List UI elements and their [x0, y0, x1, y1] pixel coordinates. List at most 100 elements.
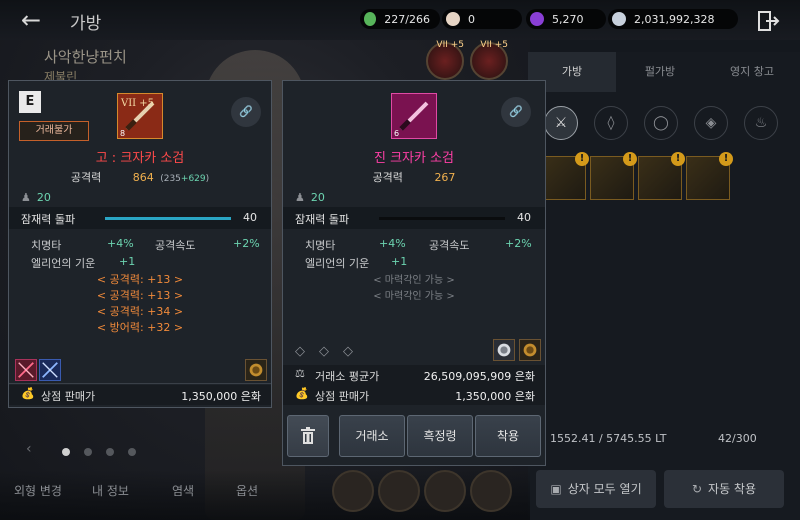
item-name: 진 크자카 소검: [373, 151, 455, 166]
silver-coin-icon: [612, 12, 626, 26]
attack-plus: +629: [180, 174, 206, 184]
pager-dot[interactable]: [62, 448, 70, 456]
person-icon: ♟: [295, 191, 305, 204]
auto-equip-button[interactable]: ↻ 자동 착용: [664, 470, 784, 508]
green-gem-icon: [364, 12, 377, 26]
potential-label: 잠재력 돌파: [21, 213, 76, 226]
quick-slot[interactable]: [378, 470, 420, 512]
currency-crystal: 5,270: [526, 9, 606, 29]
pager-dot[interactable]: [128, 448, 136, 456]
pearl-icon: [446, 12, 460, 26]
potential-bar: [105, 217, 231, 220]
purple-gem-icon: [530, 12, 544, 26]
pager-left-arrow[interactable]: ‹: [26, 441, 32, 457]
quick-slot[interactable]: [470, 470, 512, 512]
quick-slot[interactable]: [332, 470, 374, 512]
locked-engrave-slot: < 마력각인 가능 >: [373, 291, 455, 302]
stat-value: +1: [391, 255, 408, 268]
potential-bar: [379, 217, 505, 220]
dye-button[interactable]: 염색: [172, 482, 194, 499]
person-icon: ♟: [21, 191, 31, 204]
pager-dot[interactable]: [106, 448, 114, 456]
crossed-swords-icon[interactable]: ⚔: [544, 106, 578, 140]
attack-value: 864: [132, 171, 154, 184]
item-name: 고 : 크자카 소검: [95, 151, 185, 166]
ring-icon[interactable]: ◯: [644, 106, 678, 140]
engrave-bonus: < 공격력: +34 >: [96, 305, 184, 318]
dagger-icon: VII +5 8: [117, 93, 163, 139]
attack-row: 공격력 864 (235+629): [9, 169, 271, 185]
attack-label: 공격력: [70, 171, 102, 184]
grade-badge: E: [19, 91, 41, 113]
stat-name: 치명타: [31, 239, 62, 252]
inventory-slot[interactable]: !: [590, 152, 637, 200]
delete-button[interactable]: [287, 415, 329, 457]
black-spirit-button[interactable]: 흑정령: [407, 415, 473, 457]
attack-label: 공격력: [372, 171, 403, 184]
equip-slot-offhand[interactable]: VII +5: [470, 40, 508, 80]
button-label: 상자 모두 열기: [567, 482, 642, 496]
stat-value: +2%: [505, 237, 532, 250]
tab-estate-storage[interactable]: 영지 창고: [704, 52, 800, 92]
options-button[interactable]: 옵션: [236, 482, 258, 499]
scale-icon: ⚖: [295, 367, 305, 380]
stat-name: 치명타: [305, 239, 336, 252]
character-name: 사악한냥펀치: [44, 48, 127, 66]
exchange-button[interactable]: 거래소: [339, 415, 405, 457]
link-icon[interactable]: 🔗: [501, 97, 531, 127]
inventory-slot[interactable]: !: [686, 152, 733, 200]
link-icon[interactable]: 🔗: [231, 97, 261, 127]
pink-dagger-icon: 6: [391, 93, 437, 139]
equipped-item-tooltip: E 거래불가 VII +5 8 🔗 고 : 크자카 소검 공격력 864 (23…: [8, 80, 272, 408]
currency-energy: 227/266: [360, 9, 440, 29]
currency-silver: 2,031,992,328: [608, 9, 738, 29]
attack-close: ): [205, 174, 210, 184]
lion-crest-icon: [519, 339, 541, 361]
empty-gem-icon: ◇: [295, 344, 305, 359]
enhance-badge: VII +5: [120, 98, 154, 109]
pager-dot[interactable]: [84, 448, 92, 456]
potential-label: 잠재력 돌파: [295, 213, 350, 226]
divider: [9, 383, 271, 384]
potion-icon[interactable]: ♨: [744, 106, 778, 140]
quick-slot[interactable]: [424, 470, 466, 512]
lion-crest-icon: [245, 359, 267, 381]
inventory-panel: 가방 펄가방 영지 창고 ⚔ ◊ ◯ ◈ ♨ ! ! ! !: [528, 52, 800, 520]
shop-price-row: 💰 상점 판매가 1,350,000 은화: [283, 385, 545, 405]
stat-name: 엘리언의 기운: [31, 257, 96, 270]
equip-button[interactable]: 착용: [475, 415, 541, 457]
engrave-bonus: < 공격력: +13 >: [96, 289, 184, 302]
equip-badge: VII +5: [436, 40, 464, 50]
equip-slot-weapon[interactable]: VII +5: [426, 40, 464, 80]
untradeable-tag: 거래불가: [19, 121, 89, 141]
shop-price-label: 상점 판매가: [41, 390, 96, 403]
required-level: ♟ 20: [21, 191, 51, 204]
box-icon: ▣: [550, 482, 562, 496]
attack-base: (235: [160, 174, 181, 184]
currency-value: 0: [468, 12, 475, 26]
back-arrow-icon[interactable]: ←: [14, 6, 48, 34]
inventory-slot[interactable]: !: [638, 152, 685, 200]
stat-name: 엘리언의 기운: [305, 257, 370, 270]
armor-icon[interactable]: ◊: [594, 106, 628, 140]
weight-readout: 1552.41 / 5745.55 LT: [550, 432, 667, 445]
attack-row: 공격력 267: [283, 169, 545, 185]
alert-icon: !: [623, 152, 637, 166]
selected-item-tooltip: 6 🔗 진 크자카 소검 공격력 267 ♟ 20 잠재력 돌파 40 치명타 +…: [282, 80, 546, 466]
inventory-slot[interactable]: !: [542, 152, 589, 200]
potential-value: 40: [517, 211, 531, 224]
my-info-button[interactable]: 내 정보: [92, 482, 129, 499]
stat-value: +1: [119, 255, 136, 268]
open-all-boxes-button[interactable]: ▣ 상자 모두 열기: [536, 470, 656, 508]
shop-price-row: 💰 상점 판매가 1,350,000 은화: [9, 385, 271, 405]
currency-value: 2,031,992,328: [634, 12, 715, 26]
tab-pearl-bag[interactable]: 펄가방: [616, 52, 704, 92]
exit-icon[interactable]: [756, 9, 780, 33]
item-level: 8: [120, 129, 125, 138]
engrave-bonus: < 방어력: +32 >: [96, 321, 184, 334]
money-bag-icon: 💰: [21, 387, 35, 400]
appearance-button[interactable]: 외형 변경: [14, 482, 62, 499]
potential-row: 잠재력 돌파 40: [283, 207, 545, 229]
shield-icon[interactable]: ◈: [694, 106, 728, 140]
empty-gem-icon: ◇: [343, 344, 353, 359]
